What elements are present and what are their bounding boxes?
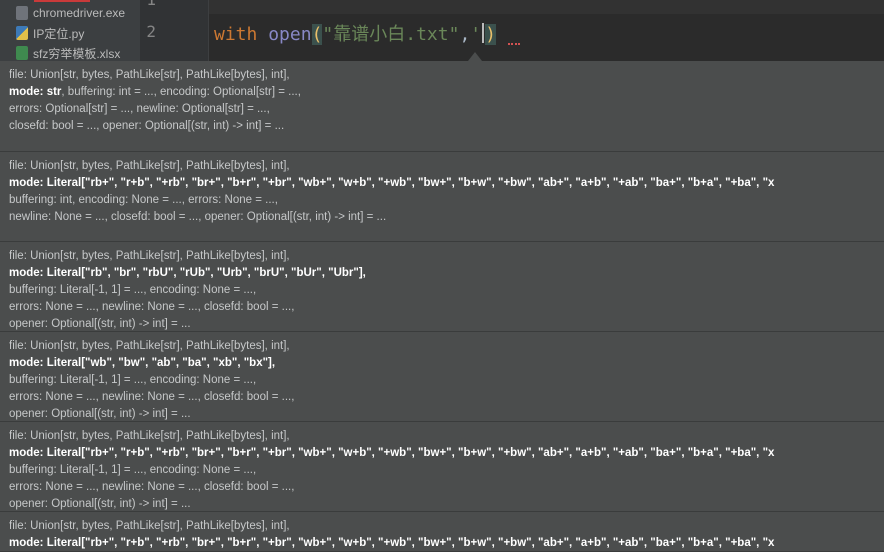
line-number-gutter: 1 2 <box>140 0 209 62</box>
signature-line: mode: Literal["rb+", "r+b", "+rb", "br+"… <box>9 445 884 462</box>
signature-line: file: Union[str, bytes, PathLike[str], P… <box>9 67 884 84</box>
tree-item-label: IP定位.py <box>33 26 85 41</box>
signature-line: errors: None = ..., newline: None = ...,… <box>9 389 884 406</box>
signature-line: mode: Literal["wb", "bw", "ab", "ba", "x… <box>9 355 884 372</box>
popup-pointer-arrow <box>468 52 482 61</box>
current-parameter: mode: Literal["rb+", "r+b", "+rb", "br+"… <box>9 177 775 189</box>
signature-overload[interactable]: file: Union[str, bytes, PathLike[str], P… <box>0 152 884 242</box>
signature-line: closefd: bool = ..., opener: Optional[(s… <box>9 118 884 135</box>
signature-line: errors: None = ..., newline: None = ...,… <box>9 479 884 496</box>
signature-overload[interactable]: file: Union[str, bytes, PathLike[str], P… <box>0 242 884 332</box>
parameter-text: , buffering: int = ..., encoding: Option… <box>61 86 301 98</box>
project-tree-panel: chromedriver.exe IP定位.py sfz穷举模板.xlsx <box>0 0 140 62</box>
parameter-info-popup: file: Union[str, bytes, PathLike[str], P… <box>0 61 884 552</box>
signature-line: opener: Optional[(str, int) -> int] = ..… <box>9 496 884 513</box>
parameter-text: buffering: int, encoding: None = ..., er… <box>9 194 278 206</box>
error-squiggle <box>508 40 520 45</box>
parameter-text: file: Union[str, bytes, PathLike[str], P… <box>9 520 290 532</box>
signature-line: file: Union[str, bytes, PathLike[str], P… <box>9 518 884 535</box>
parameter-text: buffering: Literal[-1, 1] = ..., encodin… <box>9 284 257 296</box>
signature-line: newline: None = ..., closefd: bool = ...… <box>9 209 884 226</box>
signature-line: mode: Literal["rb+", "r+b", "+rb", "br+"… <box>9 535 884 552</box>
signature-line: file: Union[str, bytes, PathLike[str], P… <box>9 248 884 265</box>
line-number: 2 <box>146 22 156 41</box>
function-open: open <box>268 24 312 45</box>
open-paren: ( <box>311 24 323 45</box>
quote: ' <box>470 24 482 45</box>
line-1 <box>209 0 884 14</box>
parameter-text: newline: None = ..., closefd: bool = ...… <box>9 211 387 223</box>
signature-line: errors: Optional[str] = ..., newline: Op… <box>9 101 884 118</box>
signature-overload[interactable]: file: Union[str, bytes, PathLike[str], P… <box>0 512 884 552</box>
signature-line: mode: str, buffering: int = ..., encodin… <box>9 84 884 101</box>
signature-line: buffering: Literal[-1, 1] = ..., encodin… <box>9 282 884 299</box>
tree-item-sfz-template[interactable]: sfz穷举模板.xlsx <box>16 43 120 62</box>
close-paren: ) <box>485 24 496 45</box>
signature-line: mode: Literal["rb", "br", "rbU", "rUb", … <box>9 265 884 282</box>
python-file-icon <box>16 26 28 40</box>
tree-item-chromedriver[interactable]: chromedriver.exe <box>16 3 125 23</box>
signature-overload[interactable]: file: Union[str, bytes, PathLike[str], P… <box>0 61 884 152</box>
parameter-text: opener: Optional[(str, int) -> int] = ..… <box>9 498 191 510</box>
parameter-text: errors: None = ..., newline: None = ...,… <box>9 481 295 493</box>
parameter-text: opener: Optional[(str, int) -> int] = ..… <box>9 318 191 330</box>
current-parameter: mode: Literal["rb+", "r+b", "+rb", "br+"… <box>9 447 775 459</box>
tree-item-ip-locate[interactable]: IP定位.py <box>16 23 84 43</box>
parameter-text: closefd: bool = ..., opener: Optional[(s… <box>9 120 285 132</box>
parameter-text: buffering: Literal[-1, 1] = ..., encodin… <box>9 374 257 386</box>
current-parameter: mode: Literal["rb", "br", "rbU", "rUb", … <box>9 267 366 279</box>
parameter-text: buffering: Literal[-1, 1] = ..., encodin… <box>9 464 257 476</box>
signature-line: opener: Optional[(str, int) -> int] = ..… <box>9 406 884 423</box>
line-number: 1 <box>146 0 156 9</box>
current-parameter: mode: Literal["wb", "bw", "ab", "ba", "x… <box>9 357 276 369</box>
keyword-with: with <box>214 24 258 45</box>
parameter-text: file: Union[str, bytes, PathLike[str], P… <box>9 430 290 442</box>
signature-line: opener: Optional[(str, int) -> int] = ..… <box>9 316 884 333</box>
signature-line: file: Union[str, bytes, PathLike[str], P… <box>9 428 884 445</box>
signature-overload[interactable]: file: Union[str, bytes, PathLike[str], P… <box>0 332 884 422</box>
signature-overload[interactable]: file: Union[str, bytes, PathLike[str], P… <box>0 422 884 512</box>
comma: , <box>459 24 471 45</box>
signature-line: buffering: Literal[-1, 1] = ..., encodin… <box>9 462 884 479</box>
exe-file-icon <box>16 6 28 20</box>
tree-item-label: sfz穷举模板.xlsx <box>33 46 121 61</box>
code-editor[interactable]: with open("靠谱小白.txt",') <box>209 0 884 62</box>
parameter-text: file: Union[str, bytes, PathLike[str], P… <box>9 69 290 81</box>
excel-file-icon <box>16 46 28 60</box>
code-line-2[interactable]: with open("靠谱小白.txt",') <box>214 20 496 46</box>
error-marker <box>34 0 90 2</box>
parameter-text: errors: None = ..., newline: None = ...,… <box>9 301 295 313</box>
signature-line: file: Union[str, bytes, PathLike[str], P… <box>9 158 884 175</box>
signature-line: buffering: Literal[-1, 1] = ..., encodin… <box>9 372 884 389</box>
text-cursor <box>482 23 485 43</box>
current-parameter: mode: Literal["rb+", "r+b", "+rb", "br+"… <box>9 537 775 549</box>
tree-item-label: chromedriver.exe <box>33 6 126 20</box>
signature-line: file: Union[str, bytes, PathLike[str], P… <box>9 338 884 355</box>
parameter-text: file: Union[str, bytes, PathLike[str], P… <box>9 160 290 172</box>
filename-string: "靠谱小白.txt" <box>322 24 460 45</box>
parameter-text: opener: Optional[(str, int) -> int] = ..… <box>9 408 191 420</box>
signature-line: errors: None = ..., newline: None = ...,… <box>9 299 884 316</box>
parameter-text: file: Union[str, bytes, PathLike[str], P… <box>9 250 290 262</box>
signature-line: buffering: int, encoding: None = ..., er… <box>9 192 884 209</box>
parameter-text: errors: None = ..., newline: None = ...,… <box>9 391 295 403</box>
parameter-text: file: Union[str, bytes, PathLike[str], P… <box>9 340 290 352</box>
signature-line: mode: Literal["rb+", "r+b", "+rb", "br+"… <box>9 175 884 192</box>
current-parameter: mode: str <box>9 86 62 98</box>
parameter-text: errors: Optional[str] = ..., newline: Op… <box>9 103 270 115</box>
